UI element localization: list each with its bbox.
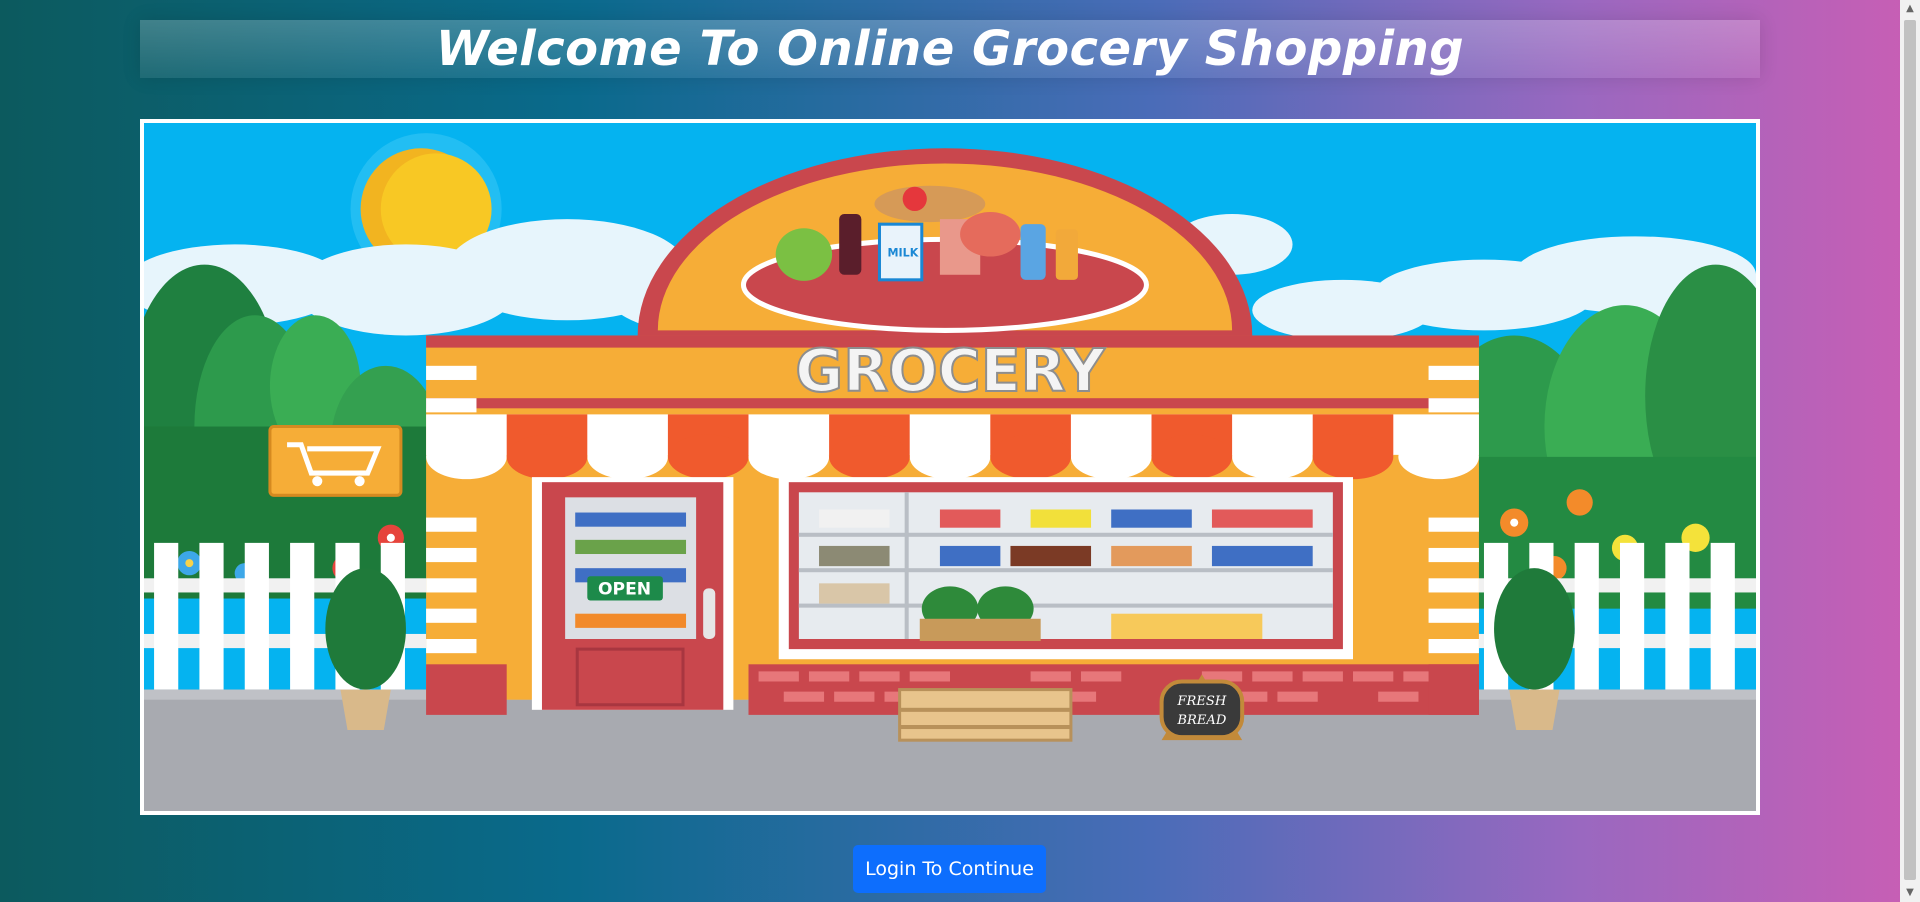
page-title: Welcome To Online Grocery Shopping: [435, 21, 1465, 77]
grocery-store-illustration: MILK GROCERY OPEN FRESH BREAD: [140, 119, 1760, 815]
login-button[interactable]: Login To Continue: [853, 845, 1046, 893]
landing-page: Welcome To Online Grocery Shopping MILK …: [0, 0, 1900, 902]
board-line2: BREAD: [1176, 713, 1226, 728]
store-scene: MILK GROCERY OPEN FRESH BREAD: [144, 123, 1756, 811]
store-door: OPEN: [531, 477, 734, 710]
cart-sign-icon: [268, 425, 403, 497]
welcome-banner: Welcome To Online Grocery Shopping: [140, 20, 1760, 78]
store-sign: GROCERY: [795, 337, 1105, 405]
board-line1: FRESH: [1176, 694, 1226, 709]
store-window: [778, 477, 1353, 660]
scroll-up-arrow-icon[interactable]: ▲: [1900, 0, 1920, 18]
scroll-thumb[interactable]: [1904, 20, 1916, 880]
scroll-down-arrow-icon[interactable]: ▼: [1900, 884, 1920, 902]
chalkboard-sign: FRESH BREAD: [1159, 674, 1245, 741]
milk-label: MILK: [888, 247, 919, 260]
wooden-crate: [898, 688, 1073, 742]
vertical-scrollbar[interactable]: ▲ ▼: [1900, 0, 1920, 902]
open-sign: OPEN: [598, 579, 651, 599]
